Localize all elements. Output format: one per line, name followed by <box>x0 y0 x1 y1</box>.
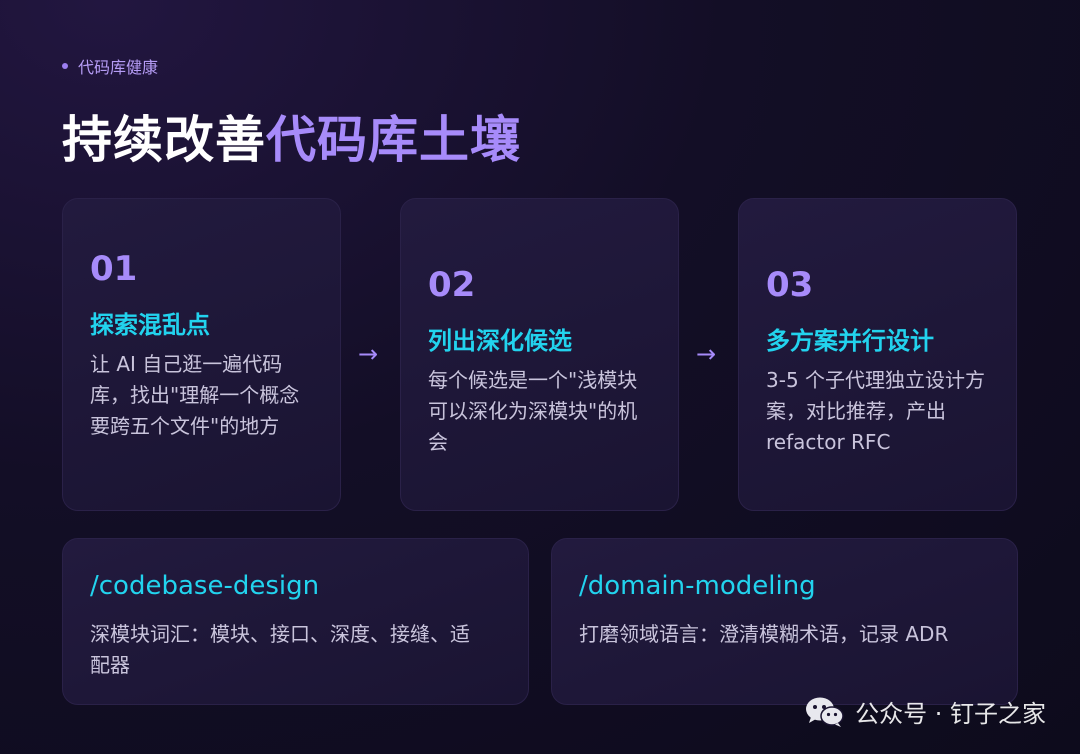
arrow-icon: → <box>696 340 717 368</box>
title-part-white: 持续改善 <box>62 111 266 169</box>
step-heading: 多方案并行设计 <box>766 327 934 355</box>
step-description: 让 AI 自己逛一遍代码库，找出"理解一个概念要跨五个文件"的地方 <box>90 352 300 438</box>
watermark: 公众号 · 钉子之家 <box>805 694 1046 729</box>
wechat-icon <box>806 697 844 727</box>
watermark-label: 公众号 · 钉子之家 <box>855 700 1046 728</box>
command-card-domain-modeling: /domain-modeling 打磨领域语言：澄清模糊术语，记录 ADR <box>551 538 1018 705</box>
step-card-2: 02 列出深化候选 每个候选是一个"浅模块可以深化为深模块"的机会 <box>400 198 679 511</box>
step-number: 03 <box>766 265 814 305</box>
command-name: /domain-modeling <box>579 571 816 601</box>
command-description: 深模块词汇：模块、接口、深度、接缝、适配器 <box>90 622 470 677</box>
step-card-3: 03 多方案并行设计 3-5 个子代理独立设计方案，对比推荐，产出 refact… <box>738 198 1017 511</box>
page-title: 持续改善代码库土壤 <box>62 100 521 172</box>
step-description: 3-5 个子代理独立设计方案，对比推荐，产出 refactor RFC <box>766 368 986 454</box>
eyebrow: 代码库健康 <box>62 54 158 78</box>
step-number: 01 <box>90 249 138 289</box>
step-description: 每个候选是一个"浅模块可以深化为深模块"的机会 <box>428 368 638 454</box>
eyebrow-label: 代码库健康 <box>78 58 159 77</box>
command-description: 打磨领域语言：澄清模糊术语，记录 ADR <box>579 622 949 646</box>
arrow-icon: → <box>358 340 379 368</box>
title-part-accent: 代码库土壤 <box>266 111 521 169</box>
command-card-codebase-design: /codebase-design 深模块词汇：模块、接口、深度、接缝、适配器 <box>62 538 529 705</box>
step-card-1: 01 探索混乱点 让 AI 自己逛一遍代码库，找出"理解一个概念要跨五个文件"的… <box>62 198 341 511</box>
step-number: 02 <box>428 265 476 305</box>
dot-icon <box>62 63 68 69</box>
command-name: /codebase-design <box>90 571 320 601</box>
step-heading: 探索混乱点 <box>90 311 210 339</box>
step-heading: 列出深化候选 <box>428 327 572 355</box>
